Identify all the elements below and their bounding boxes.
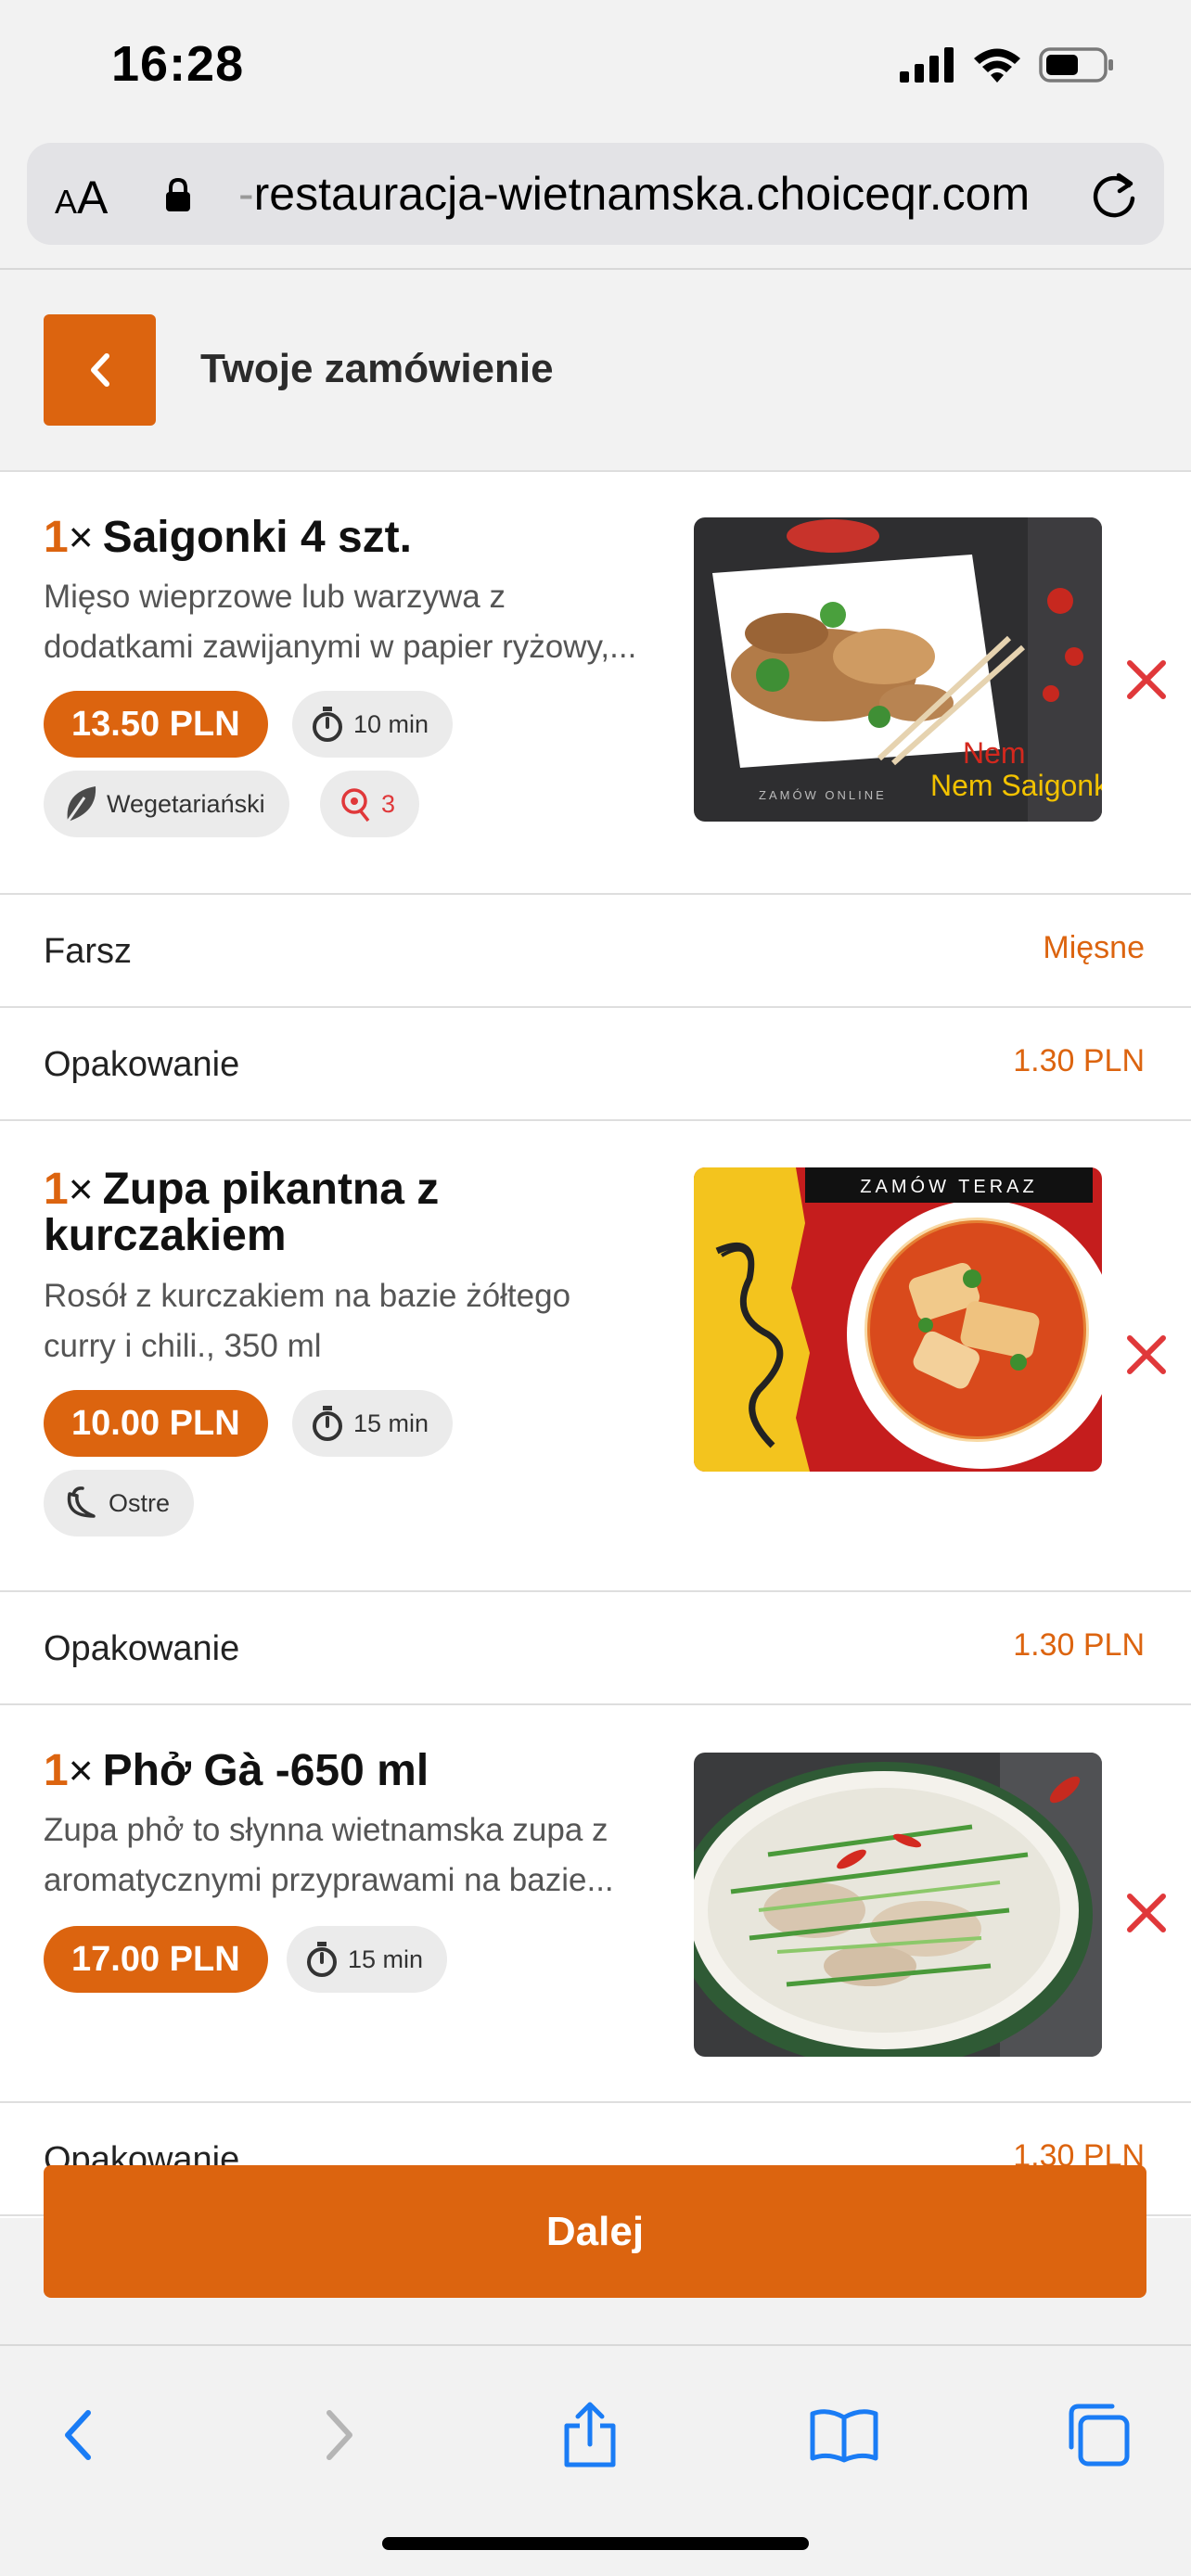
share-icon — [564, 2402, 616, 2468]
allergen-icon — [341, 788, 370, 823]
chili-icon — [67, 1486, 96, 1518]
leaf-icon — [66, 786, 96, 823]
option-label: Opakowanie — [44, 1629, 240, 1668]
battery-icon — [1039, 47, 1113, 83]
forward-nav-button[interactable] — [292, 2389, 385, 2481]
timer-icon — [313, 1406, 342, 1441]
bookmarks-button[interactable] — [798, 2389, 890, 2481]
address-bar-area: AA -restauracja-wietnamska.choiceqr.com — [0, 135, 1191, 270]
option-value: 1.30 PLN — [1013, 1627, 1145, 1663]
option-label: Farsz — [44, 932, 132, 971]
item-image: Nem Nem Saigonki ZAMÓW ONLINE — [694, 517, 1102, 822]
price-badge: 13.50 PLN — [44, 691, 268, 758]
forward-icon — [327, 2410, 352, 2460]
close-icon[interactable] — [1124, 1333, 1169, 1377]
item-name: Phở Gà -650 ml — [102, 1746, 429, 1795]
home-indicator — [382, 2537, 809, 2550]
item-title: 1× Saigonki 4 szt. — [44, 513, 412, 562]
image-banner: ZAMÓW ONLINE — [759, 788, 887, 802]
item-image — [694, 1753, 1102, 2057]
image-caption: Nem Saigonki — [930, 769, 1102, 802]
order-item: 1× Saigonki 4 szt. Mięso wieprzowe lub wa… — [0, 472, 1191, 895]
option-value: Mięsne — [1043, 930, 1145, 965]
status-bar: 16:28 — [0, 0, 1191, 135]
item-name: Zupa pikantna z kurczakiem — [44, 1165, 440, 1260]
close-icon[interactable] — [1124, 1891, 1169, 1935]
option-row: Opakowanie 1.30 PLN — [0, 1592, 1191, 1705]
page-title: Twoje zamówienie — [200, 346, 554, 391]
chevron-left-icon — [90, 353, 109, 387]
continue-button[interactable]: Dalej — [44, 2165, 1146, 2298]
timer-icon — [307, 1942, 337, 1977]
image-banner: ZAMÓW TERAZ — [860, 1176, 1037, 1197]
item-name: Saigonki 4 szt. — [102, 513, 412, 562]
prep-time-badge: 15 min — [287, 1926, 448, 1993]
page-header: Twoje zamówienie — [0, 270, 1191, 472]
tabs-button[interactable] — [1052, 2389, 1145, 2481]
timer-icon — [313, 707, 342, 742]
svg-text:Nem: Nem — [963, 736, 1026, 770]
item-title: 1× Phở Gà -650 ml — [44, 1746, 429, 1795]
option-value: 1.30 PLN — [1013, 1043, 1145, 1078]
item-quantity: 1 — [44, 1746, 69, 1795]
url-text[interactable]: -restauracja-wietnamska.choiceqr.com — [238, 167, 1030, 221]
prep-time-badge: 15 min — [292, 1390, 454, 1457]
back-icon — [65, 2410, 91, 2460]
back-button[interactable] — [44, 314, 156, 426]
lock-icon — [166, 178, 190, 211]
item-quantity: 1 — [44, 513, 69, 562]
option-label: Opakowanie — [44, 1045, 240, 1084]
bookmarks-icon — [810, 2409, 878, 2463]
option-row: Opakowanie 1.30 PLN — [0, 1008, 1191, 1121]
item-description: Zupa phở to słynna wietnamska zupa z aro… — [44, 1812, 614, 1898]
item-title: 1× Zupa pikantna z kurczakiem — [44, 1165, 440, 1260]
status-icons — [900, 46, 1115, 83]
price-badge: 17.00 PLN — [44, 1926, 268, 1993]
prep-time-badge: 10 min — [292, 691, 454, 758]
vegetarian-badge: Wegetariański — [44, 771, 289, 837]
signal-icon — [900, 47, 954, 83]
order-item: 1× Zupa pikantna z kurczakiem Rosół z kur… — [0, 1121, 1191, 1592]
back-nav-button[interactable] — [32, 2389, 125, 2481]
close-icon[interactable] — [1124, 657, 1169, 702]
item-description: Rosół z kurczakiem na bazie żółtego curr… — [44, 1278, 571, 1364]
item-description: Mięso wieprzowe lub warzywa z dodatkami … — [44, 579, 637, 665]
reader-settings-button[interactable]: AA — [55, 171, 108, 224]
share-button[interactable] — [544, 2389, 636, 2481]
item-quantity: 1 — [44, 1165, 69, 1214]
price-badge: 10.00 PLN — [44, 1390, 268, 1457]
wifi-icon — [974, 48, 1020, 83]
item-image: ZAMÓW TERAZ — [694, 1167, 1102, 1472]
address-bar[interactable]: AA -restauracja-wietnamska.choiceqr.com — [27, 143, 1164, 245]
allergen-badge: 3 — [320, 771, 420, 837]
status-time: 16:28 — [111, 36, 245, 92]
order-item: 1× Phở Gà -650 ml Zupa phở to słynna wiet… — [0, 1705, 1191, 2103]
option-row: Farsz Mięsne — [0, 895, 1191, 1008]
tabs-icon — [1069, 2404, 1130, 2467]
reload-icon[interactable] — [1088, 167, 1140, 221]
spicy-badge: Ostre — [44, 1470, 195, 1537]
